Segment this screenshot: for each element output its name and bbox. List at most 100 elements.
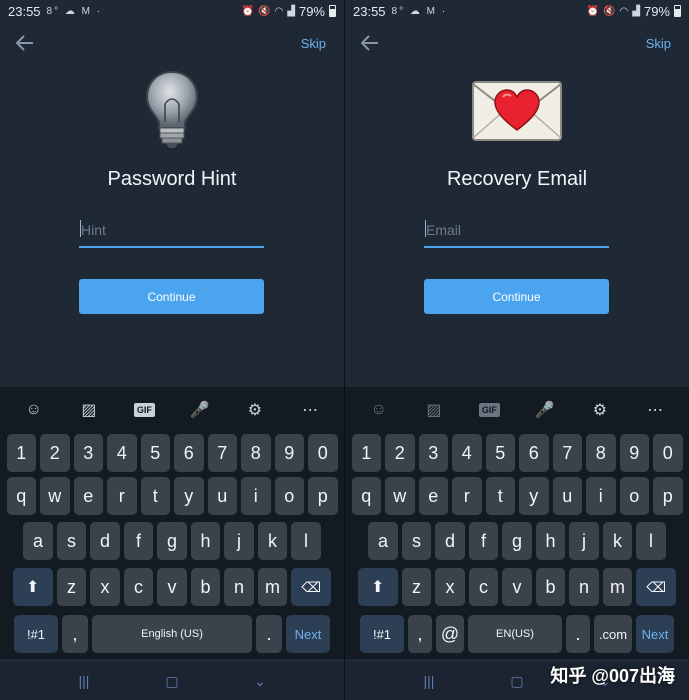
key[interactable]: b: [190, 568, 221, 606]
key[interactable]: l: [636, 522, 666, 560]
key[interactable]: 5: [485, 434, 515, 472]
key[interactable]: x: [435, 568, 465, 606]
home-icon[interactable]: ▢: [502, 671, 532, 691]
key[interactable]: y: [519, 477, 549, 515]
key[interactable]: 0: [653, 434, 683, 472]
key[interactable]: s: [401, 522, 432, 560]
key[interactable]: e: [73, 477, 103, 515]
key[interactable]: y: [174, 477, 204, 515]
key[interactable]: h: [535, 522, 566, 560]
backspace-key[interactable]: ⌫: [636, 568, 677, 606]
next-key[interactable]: Next: [286, 615, 330, 653]
key[interactable]: r: [107, 477, 137, 515]
space-key[interactable]: EN(US): [468, 615, 562, 653]
key[interactable]: f: [123, 522, 154, 560]
comma-key[interactable]: ,: [62, 615, 88, 653]
backspace-key[interactable]: ⌫: [291, 568, 332, 606]
key[interactable]: 1: [6, 434, 36, 472]
emoji-icon[interactable]: ☺: [19, 395, 49, 425]
key[interactable]: a: [368, 522, 398, 560]
key[interactable]: m: [602, 568, 633, 606]
key[interactable]: l: [291, 522, 321, 560]
key[interactable]: 1: [351, 434, 381, 472]
space-key[interactable]: English (US): [92, 615, 252, 653]
key[interactable]: q: [351, 477, 381, 515]
period-key[interactable]: .: [566, 615, 590, 653]
key[interactable]: 2: [40, 434, 70, 472]
continue-button[interactable]: Continue: [424, 279, 609, 314]
gif-icon[interactable]: GIF: [474, 395, 504, 425]
key[interactable]: v: [502, 568, 532, 606]
key[interactable]: i: [241, 477, 271, 515]
key[interactable]: w: [40, 477, 70, 515]
at-key[interactable]: @: [436, 615, 464, 653]
dotcom-key[interactable]: .com: [594, 615, 632, 653]
key[interactable]: 2: [385, 434, 415, 472]
key[interactable]: 8: [586, 434, 616, 472]
key[interactable]: d: [90, 522, 120, 560]
continue-button[interactable]: Continue: [79, 279, 264, 314]
key[interactable]: p: [653, 477, 683, 515]
key[interactable]: z: [56, 568, 87, 606]
microphone-icon[interactable]: 🎤: [185, 395, 215, 425]
hide-keyboard-icon[interactable]: ⌄: [245, 671, 275, 691]
key[interactable]: i: [586, 477, 616, 515]
key[interactable]: o: [274, 477, 304, 515]
key[interactable]: o: [619, 477, 649, 515]
back-arrow-icon[interactable]: [14, 32, 36, 54]
key[interactable]: u: [207, 477, 237, 515]
symbols-key[interactable]: !#1: [360, 615, 404, 653]
shift-key[interactable]: ⬆: [357, 568, 398, 606]
key[interactable]: 9: [619, 434, 649, 472]
email-field[interactable]: [424, 216, 609, 248]
key[interactable]: t: [485, 477, 515, 515]
key[interactable]: 5: [140, 434, 170, 472]
key[interactable]: 9: [274, 434, 304, 472]
settings-gear-icon[interactable]: ⚙: [585, 395, 615, 425]
symbols-key[interactable]: !#1: [14, 615, 58, 653]
skip-button[interactable]: Skip: [301, 36, 326, 51]
key[interactable]: f: [468, 522, 499, 560]
key[interactable]: 6: [519, 434, 549, 472]
settings-gear-icon[interactable]: ⚙: [240, 395, 270, 425]
key[interactable]: j: [224, 522, 254, 560]
sticker-icon[interactable]: ▨: [74, 395, 104, 425]
more-options-icon[interactable]: ⋯: [640, 395, 670, 425]
recents-icon[interactable]: |||: [69, 671, 99, 691]
key[interactable]: 3: [418, 434, 448, 472]
email-input[interactable]: [424, 216, 609, 244]
comma-key[interactable]: ,: [408, 615, 432, 653]
key[interactable]: 7: [207, 434, 237, 472]
key[interactable]: x: [90, 568, 120, 606]
key[interactable]: t: [140, 477, 170, 515]
key[interactable]: p: [308, 477, 338, 515]
key[interactable]: 0: [308, 434, 338, 472]
key[interactable]: m: [257, 568, 288, 606]
back-arrow-icon[interactable]: [359, 32, 381, 54]
next-key[interactable]: Next: [636, 615, 674, 653]
home-icon[interactable]: ▢: [157, 671, 187, 691]
key[interactable]: 4: [452, 434, 482, 472]
key[interactable]: b: [535, 568, 566, 606]
key[interactable]: g: [502, 522, 532, 560]
key[interactable]: 6: [174, 434, 204, 472]
key[interactable]: a: [23, 522, 53, 560]
hint-field[interactable]: [79, 216, 264, 248]
key[interactable]: v: [157, 568, 187, 606]
gif-icon[interactable]: GIF: [129, 395, 159, 425]
key[interactable]: d: [435, 522, 465, 560]
shift-key[interactable]: ⬆: [12, 568, 53, 606]
key[interactable]: z: [401, 568, 432, 606]
key[interactable]: s: [56, 522, 87, 560]
key[interactable]: j: [569, 522, 599, 560]
key[interactable]: 7: [552, 434, 582, 472]
key[interactable]: r: [452, 477, 482, 515]
key[interactable]: q: [6, 477, 36, 515]
key[interactable]: e: [418, 477, 448, 515]
key[interactable]: c: [123, 568, 154, 606]
key[interactable]: 4: [107, 434, 137, 472]
key[interactable]: k: [602, 522, 633, 560]
key[interactable]: 3: [73, 434, 103, 472]
key[interactable]: k: [257, 522, 288, 560]
emoji-icon[interactable]: ☺: [364, 395, 394, 425]
